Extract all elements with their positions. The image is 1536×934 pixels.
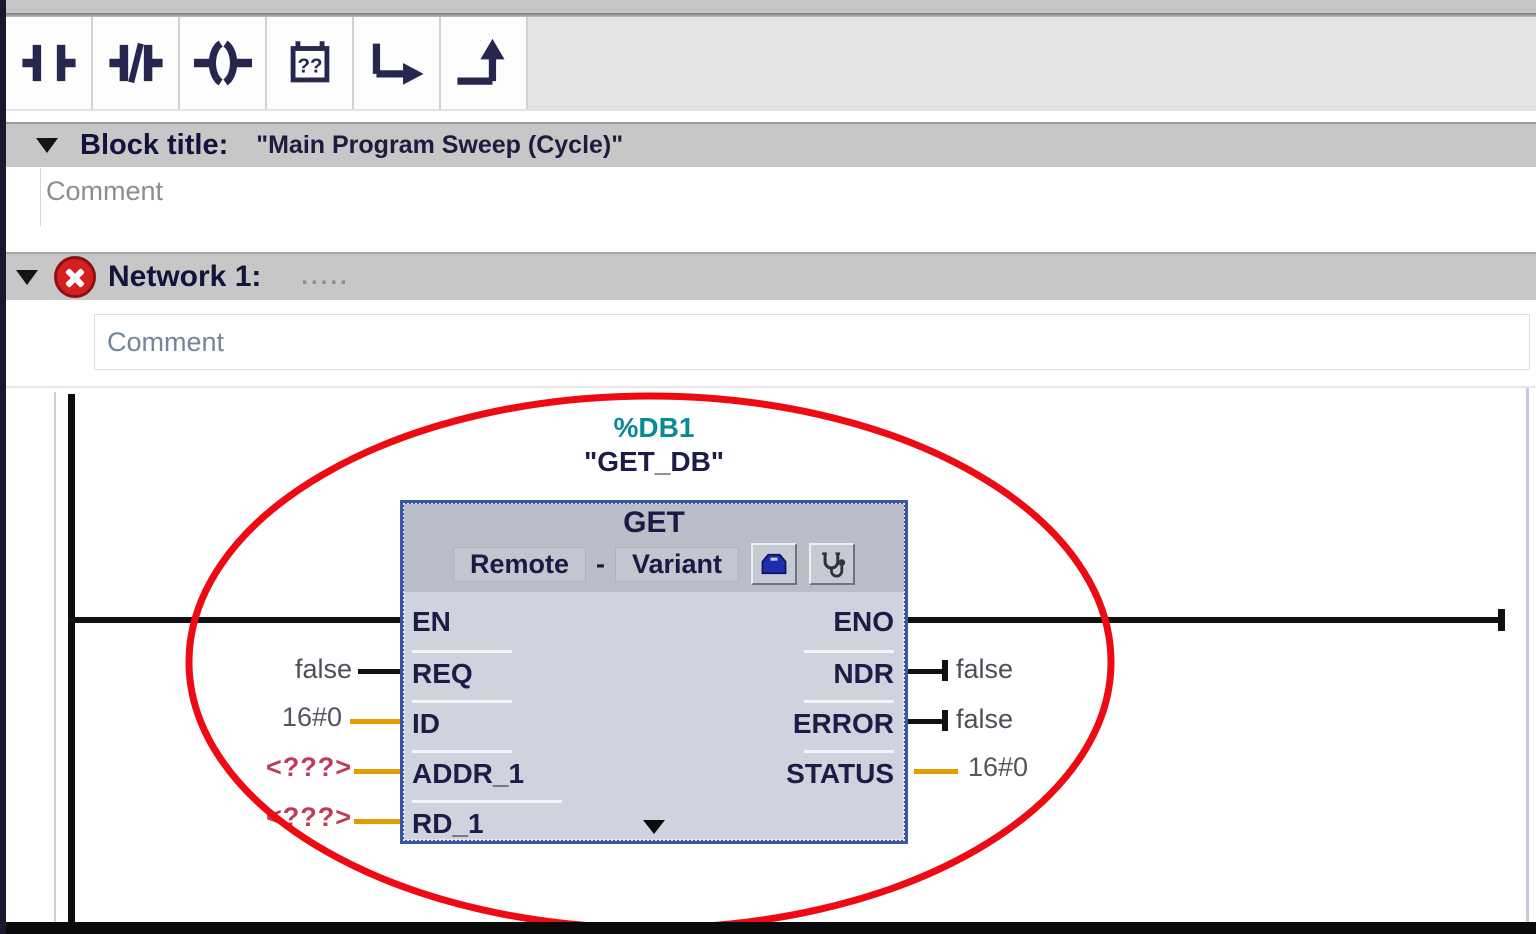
req-stub-wire xyxy=(358,669,400,674)
id-stub-wire xyxy=(350,719,400,724)
error-stub-wire xyxy=(908,719,946,724)
variant-dropdown-right[interactable]: Variant xyxy=(615,547,739,582)
param-error: ERROR xyxy=(793,708,894,740)
diagnostics-button[interactable] xyxy=(809,543,855,585)
insert-open-contact-button[interactable] xyxy=(6,17,93,109)
close-branch-icon xyxy=(455,34,513,92)
row-separator xyxy=(412,650,512,653)
param-ndr: NDR xyxy=(833,658,894,690)
rd-1-stub-wire xyxy=(354,819,400,824)
power-rail xyxy=(68,394,75,924)
get-block-title: GET xyxy=(404,506,904,540)
open-block-button[interactable] xyxy=(751,543,797,585)
variant-separator: - xyxy=(596,549,605,580)
left-edge-strip xyxy=(0,0,6,934)
coil-icon xyxy=(194,34,252,92)
ndr-stub-wire xyxy=(908,669,946,674)
open-branch-icon xyxy=(368,34,426,92)
expand-parameters-icon[interactable] xyxy=(643,820,665,834)
insert-empty-box-button[interactable]: ?? xyxy=(267,17,354,109)
get-block-header: GET Remote - Variant xyxy=(404,504,904,592)
open-branch-button[interactable] xyxy=(354,17,441,109)
addr-1-stub-wire xyxy=(354,769,400,774)
insert-closed-contact-button[interactable] xyxy=(93,17,180,109)
param-rd-1: RD_1 xyxy=(412,808,484,840)
collapse-network-icon[interactable] xyxy=(16,270,38,285)
instance-db-number[interactable]: %DB1 xyxy=(400,412,908,444)
comment-indent-line xyxy=(40,168,41,226)
en-wire xyxy=(68,617,400,623)
top-separator xyxy=(6,13,1536,17)
variant-dropdown-left[interactable]: Remote xyxy=(453,547,586,582)
network-comment-field[interactable]: Comment xyxy=(107,327,224,358)
ladder-toolbar: ?? xyxy=(6,17,1536,111)
req-operand[interactable]: false xyxy=(192,654,352,685)
addr-1-operand[interactable]: <???> xyxy=(192,752,352,783)
canvas-right-guide xyxy=(1526,388,1529,924)
row-separator xyxy=(804,650,894,653)
top-scroll-strip xyxy=(6,0,1536,13)
param-en: EN xyxy=(412,606,451,638)
status-stub-wire xyxy=(914,769,958,774)
open-block-icon xyxy=(759,550,789,578)
row-separator xyxy=(804,750,894,753)
param-status: STATUS xyxy=(786,758,894,790)
get-function-block[interactable]: GET Remote - Variant xyxy=(400,500,908,844)
row-separator xyxy=(804,700,894,703)
bottom-edge-bar xyxy=(0,922,1536,934)
network-1-bar: Network 1: ..... xyxy=(6,252,1536,300)
row-separator xyxy=(412,700,512,703)
close-branch-button[interactable] xyxy=(441,17,528,109)
svg-text:??: ?? xyxy=(297,55,322,78)
instance-db-name[interactable]: "GET_DB" xyxy=(400,446,908,478)
ladder-canvas: %DB1 "GET_DB" GET Remote - Variant xyxy=(6,388,1536,924)
ndr-operand[interactable]: false xyxy=(956,654,1013,685)
row-separator xyxy=(412,750,512,753)
status-operand[interactable]: 16#0 xyxy=(968,752,1028,783)
ndr-stub-terminal xyxy=(942,660,948,681)
block-title-value[interactable]: "Main Program Sweep (Cycle)" xyxy=(256,131,623,160)
param-id: ID xyxy=(412,708,440,740)
block-title-label: Block title: xyxy=(80,129,228,162)
id-operand[interactable]: 16#0 xyxy=(182,702,342,733)
diagnostics-icon xyxy=(817,550,847,578)
row-separator xyxy=(412,800,562,803)
error-operand[interactable]: false xyxy=(956,704,1013,735)
block-title-bar: Block title: "Main Program Sweep (Cycle)… xyxy=(6,122,1536,167)
canvas-left-guide xyxy=(54,392,56,924)
param-addr-1: ADDR_1 xyxy=(412,758,524,790)
eno-wire xyxy=(908,617,1504,623)
network-title: Network 1: xyxy=(108,260,261,294)
insert-coil-button[interactable] xyxy=(180,17,267,109)
block-comment-field[interactable]: Comment xyxy=(46,176,163,207)
network-comment-box[interactable]: Comment xyxy=(94,314,1530,370)
empty-box-icon: ?? xyxy=(281,34,339,92)
error-icon xyxy=(54,256,96,298)
eno-wire-terminal xyxy=(1498,609,1505,631)
param-eno: ENO xyxy=(833,606,894,638)
normally-open-contact-icon xyxy=(20,34,78,92)
error-stub-terminal xyxy=(942,710,948,731)
rd-1-operand[interactable]: <???> xyxy=(192,802,352,833)
collapse-block-icon[interactable] xyxy=(36,138,58,153)
normally-closed-contact-icon xyxy=(107,34,165,92)
network-title-placeholder[interactable]: ..... xyxy=(301,263,349,291)
param-req: REQ xyxy=(412,658,473,690)
